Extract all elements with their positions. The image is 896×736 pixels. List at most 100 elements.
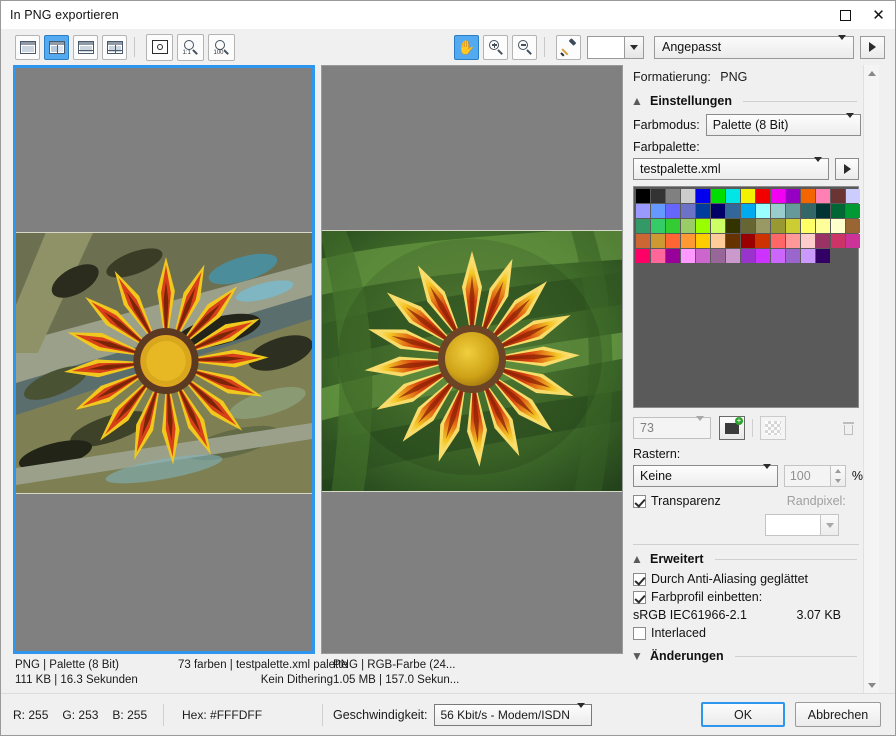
delete-palette-button[interactable] [837,416,859,440]
background-color-picker[interactable] [587,35,644,59]
palette-swatch[interactable] [696,219,710,233]
palette-swatch[interactable] [786,219,800,233]
scroll-down-button[interactable] [864,677,880,694]
palette-swatch[interactable] [771,234,785,248]
ok-button[interactable]: OK [701,702,785,727]
background-color-dropdown[interactable] [624,36,643,58]
palette-swatch[interactable] [711,249,725,263]
palette-swatch[interactable] [726,204,740,218]
palette-swatch[interactable] [831,189,845,203]
palette-swatch[interactable] [741,189,755,203]
palette-swatch[interactable] [846,189,860,203]
preview-pane-right[interactable] [321,65,623,654]
palette-swatch[interactable] [696,249,710,263]
zoom-in-tool-button[interactable] [483,34,508,60]
eyedropper-tool-button[interactable] [556,34,581,60]
palette-swatch-grid[interactable] [636,189,860,263]
palette-swatch[interactable] [636,204,650,218]
palette-swatch[interactable] [651,234,665,248]
preview-pane-left[interactable] [13,65,315,654]
palette-swatch[interactable] [666,204,680,218]
close-button[interactable]: ✕ [862,1,895,29]
palette-swatch[interactable] [801,189,815,203]
palette-swatch[interactable] [636,249,650,263]
palette-swatch[interactable] [651,249,665,263]
palette-swatch[interactable] [771,189,785,203]
palette-swatch[interactable] [846,219,860,233]
palette-swatch[interactable] [846,204,860,218]
preset-combo[interactable]: Angepasst [654,35,854,59]
palette-swatch[interactable] [741,234,755,248]
palette-swatch[interactable] [801,204,815,218]
palette-swatch[interactable] [726,234,740,248]
palette-swatch[interactable] [696,234,710,248]
palette-swatch[interactable] [696,189,710,203]
palette-swatch[interactable] [636,189,650,203]
maximize-button[interactable] [829,1,862,29]
palette-swatch[interactable] [636,234,650,248]
layout-two-row-view-button[interactable] [73,34,98,60]
palette-swatch[interactable] [711,219,725,233]
palette-swatch[interactable] [756,234,770,248]
palette-swatch[interactable] [816,219,830,233]
fit-to-window-button[interactable] [146,33,173,61]
speed-combo[interactable]: 56 Kbit/s - Modem/ISDN [433,702,592,726]
layout-quad-view-button[interactable] [102,34,127,60]
palette-swatch[interactable] [771,204,785,218]
palette-swatch[interactable] [756,249,770,263]
palette-swatch[interactable] [831,204,845,218]
scroll-up-button[interactable] [864,65,880,82]
palette-swatch[interactable] [726,249,740,263]
cancel-button[interactable]: Abbrechen [795,702,881,727]
edgepixel-color-dropdown[interactable] [821,514,839,536]
palette-swatch[interactable] [816,234,830,248]
settings-section-header[interactable]: ▲ Einstellungen [631,94,863,108]
layout-two-column-view-button[interactable] [44,34,69,60]
add-palette-button[interactable]: + [719,416,745,440]
palette-swatch[interactable] [771,249,785,263]
palette-swatch[interactable] [816,189,830,203]
palette-swatch[interactable] [681,204,695,218]
colormode-combo[interactable]: Palette (8 Bit) [705,113,861,136]
antialias-checkbox[interactable] [633,572,646,586]
palette-swatch[interactable] [756,219,770,233]
palette-swatch[interactable] [666,249,680,263]
advanced-section-header[interactable]: ▲ Erweitert [631,552,863,566]
palette-swatch[interactable] [651,219,665,233]
palette-swatch[interactable] [711,204,725,218]
colorprofile-checkbox[interactable] [633,590,646,604]
palette-swatch[interactable] [666,234,680,248]
palette-swatch[interactable] [726,219,740,233]
palette-swatch[interactable] [711,234,725,248]
palette-swatch[interactable] [801,234,815,248]
zoom-out-tool-button[interactable] [512,34,537,60]
palette-swatch[interactable] [666,189,680,203]
palette-swatch[interactable] [681,249,695,263]
palette-swatch[interactable] [801,249,815,263]
palette-swatch[interactable] [831,219,845,233]
transparency-swatch-button[interactable] [760,416,786,440]
palette-swatch[interactable] [681,219,695,233]
palette-swatch[interactable] [801,219,815,233]
palette-swatch[interactable] [816,249,830,263]
pan-hand-tool-button[interactable]: ✋ [454,34,479,60]
palette-swatch[interactable] [786,204,800,218]
palette-swatch[interactable] [816,204,830,218]
layout-single-view-button[interactable] [15,34,40,60]
palette-swatch[interactable] [771,219,785,233]
preset-menu-button[interactable] [860,35,885,59]
palette-swatch[interactable] [696,204,710,218]
dither-amount-stepper[interactable] [831,465,846,487]
palette-menu-button[interactable] [835,158,859,180]
palette-swatch-box[interactable] [633,186,860,408]
color-count-field[interactable]: 73 [633,416,711,439]
palette-swatch[interactable] [741,219,755,233]
transparency-checkbox[interactable] [633,494,646,508]
palette-swatch[interactable] [786,189,800,203]
palette-swatch[interactable] [831,234,845,248]
zoom-1-to-1-button[interactable]: 1:1 [177,33,204,61]
interlaced-checkbox[interactable] [633,626,646,640]
palette-swatch[interactable] [681,189,695,203]
palette-swatch[interactable] [636,219,650,233]
changes-section-header[interactable]: ▼ Änderungen [631,649,863,663]
